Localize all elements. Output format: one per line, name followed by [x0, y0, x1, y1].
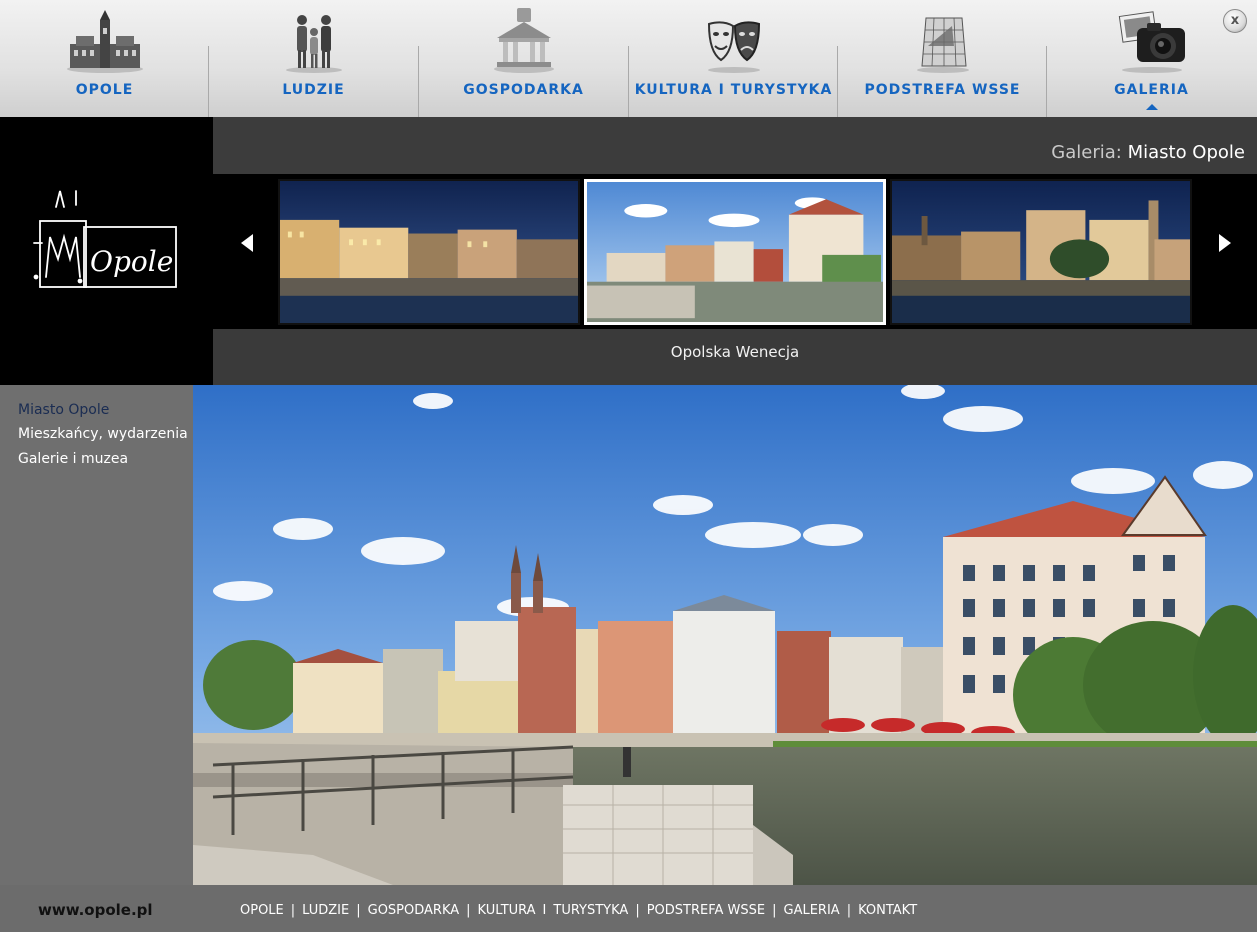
- opole-logo-icon: Opole: [33, 190, 177, 288]
- footer-separator: |: [290, 903, 296, 918]
- footer-separator: |: [635, 903, 640, 918]
- opole-logo: Opole: [0, 117, 213, 385]
- footer-link-galeria[interactable]: GALERIA: [784, 903, 840, 918]
- people-icon: [269, 6, 359, 76]
- nav-item-gospodarka[interactable]: GOSPODARKA: [419, 0, 628, 117]
- zone-grid-icon: [898, 6, 988, 76]
- footer-link-kultura[interactable]: KULTURA: [478, 903, 536, 918]
- footer-separator: |: [356, 903, 361, 918]
- nav-item-opole[interactable]: OPOLE: [0, 0, 209, 117]
- footer-link-turystyka[interactable]: TURYSTYKA: [553, 903, 628, 918]
- sidebar: Miasto Opole Mieszkańcy, wydarzenia Gale…: [0, 385, 206, 885]
- gallery-banner: Galeria: Miasto Opole Opolska Wenecja Op…: [0, 117, 1257, 385]
- footer-separator: I: [542, 903, 547, 918]
- nav-item-podstrefa[interactable]: PODSTREFA WSSE: [838, 0, 1047, 117]
- nav-label: PODSTREFA WSSE: [864, 82, 1021, 98]
- gallery-heading-name: Miasto Opole: [1127, 142, 1245, 163]
- sidebar-item-miasto-opole[interactable]: Miasto Opole: [18, 402, 109, 418]
- footer-separator: |: [846, 903, 852, 918]
- thumbnail-2[interactable]: [584, 179, 886, 325]
- photo-caption: Opolska Wenecja: [670, 343, 800, 361]
- footer-link-kontakt[interactable]: KONTAKT: [858, 903, 917, 918]
- gallery-header-strip: Galeria: Miasto Opole: [213, 117, 1257, 174]
- footer-separator: |: [772, 903, 777, 918]
- main-gallery-photo: [193, 385, 1257, 885]
- site-url-link[interactable]: www.opole.pl: [38, 901, 153, 919]
- thumbnail-1[interactable]: [278, 179, 580, 325]
- footer-separator: |: [466, 903, 471, 918]
- nav-label: GALERIA: [1114, 82, 1189, 98]
- carousel-prev-arrow-icon[interactable]: [241, 234, 253, 252]
- nav-item-kultura[interactable]: KULTURA I TURYSTYKA: [629, 0, 838, 117]
- city-hall-icon: [60, 6, 150, 76]
- camera-icon: [1107, 6, 1197, 76]
- nav-label: LUDZIE: [282, 82, 345, 98]
- footer-link-ludzie[interactable]: LUDZIE: [302, 903, 349, 918]
- footer-link-gospodarka[interactable]: GOSPODARKA: [368, 903, 460, 918]
- gallery-heading: Galeria: Miasto Opole: [1051, 142, 1245, 163]
- nav-label: KULTURA I TURYSTYKA: [634, 82, 833, 98]
- footer-link-opole[interactable]: OPOLE: [240, 903, 284, 918]
- footer-nav: OPOLE | LUDZIE | GOSPODARKA | KULTURA I TURYSTYK…: [240, 903, 917, 918]
- theater-masks-icon: [689, 6, 779, 76]
- gallery-heading-prefix: Galeria:: [1051, 142, 1122, 163]
- opole-logo-text: Opole: [90, 245, 173, 278]
- bank-building-icon: [479, 6, 569, 76]
- close-button[interactable]: x: [1223, 9, 1247, 33]
- active-nav-indicator: [1145, 104, 1158, 110]
- nav-label: GOSPODARKA: [463, 82, 584, 98]
- main-navigation: OPOLE LUDZIE GOSPODARKA KULTURA I TURYST…: [0, 0, 1257, 117]
- thumbnail-carousel: [213, 174, 1257, 329]
- footer-link-podstrefa[interactable]: PODSTREFA WSSE: [647, 903, 765, 918]
- sidebar-item-mieszkancy[interactable]: Mieszkańcy, wydarzenia: [18, 426, 188, 442]
- sidebar-item-galerie-muzea[interactable]: Galerie i muzea: [18, 451, 128, 467]
- nav-label: OPOLE: [75, 82, 134, 98]
- footer: www.opole.pl OPOLE | LUDZIE | GOSPODARKA | KUL…: [0, 885, 1257, 932]
- thumbnail-3[interactable]: [890, 179, 1192, 325]
- nav-item-ludzie[interactable]: LUDZIE: [209, 0, 418, 117]
- carousel-next-arrow-icon[interactable]: [1219, 234, 1231, 252]
